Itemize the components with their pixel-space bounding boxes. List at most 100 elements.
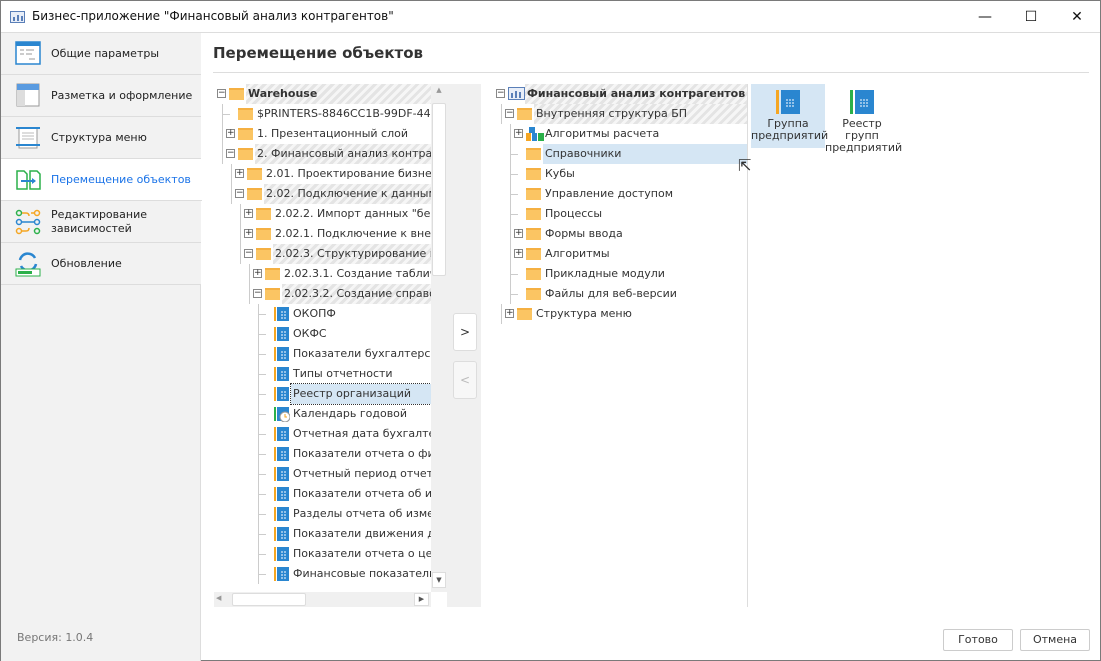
sidebar-item-label: Структура меню [51,131,147,144]
minimize-button[interactable]: — [962,1,1008,33]
sidebar-item-update[interactable]: Обновление [1,243,201,285]
expand-icon[interactable]: + [226,129,235,138]
tree-node[interactable]: +2.02.1. Подключение к внешним источника… [214,224,431,244]
tree-node[interactable]: + Алгоритмы расчета [493,124,747,144]
app-icon [10,11,25,23]
collapse-icon[interactable]: − [244,249,253,258]
tree-node[interactable]: Отчетный период отчета о [214,464,431,484]
tree-node[interactable]: Справочники [493,144,747,164]
tree-node[interactable]: Разделы отчета об изменениях [214,504,431,524]
collapse-icon[interactable]: − [235,189,244,198]
folder-icon [247,187,263,200]
tree-node[interactable]: Типы отчетности [214,364,431,384]
tree-node-label: Разделы отчета об изменениях [293,507,431,520]
tree-node[interactable]: Реестр организаций [214,383,431,405]
object-tile[interactable]: Реестр групп предприятий [825,84,902,154]
target-tree[interactable]: − Финансовый анализ контрагентов − Внутренн… [493,84,747,607]
sidebar-item-move-objects[interactable]: Перемещение объектов [1,159,202,201]
object-tile[interactable]: Группа предприятий [751,84,828,148]
tree-node-label: Финансовый анализ контрагентов [525,84,747,104]
tree-node-label: 2.02.1. Подключение к внешним источникам [275,227,431,240]
expand-icon[interactable]: + [514,249,523,258]
tree-node[interactable]: − Финансовый анализ контрагентов [493,84,747,104]
scroll-right-icon[interactable]: ▶ [414,593,429,606]
tree-node[interactable]: Кубы [493,164,747,184]
sidebar-item-label: Редактирование зависимостей [51,208,147,235]
tree-node[interactable]: Показатели бухгалтерского [214,344,431,364]
tree-node[interactable]: Прикладные модули [493,264,747,284]
tree-node[interactable]: ОКОПФ [214,304,431,324]
sidebar-item-label: Общие параметры [51,47,160,60]
scroll-down-icon[interactable]: ▼ [432,572,446,588]
expand-icon[interactable]: + [235,169,244,178]
tree-node[interactable]: − 2. Финансовый анализ контрагентов [214,144,431,164]
tree-node[interactable]: +2.01. Проектирование бизнес-процессов [214,164,431,184]
tree-node[interactable]: Календарь годовой [214,404,431,424]
source-tree[interactable]: − Warehouse $PRINTERS-8846CC1B-99DF-446F-A… [214,84,431,592]
tree-node[interactable]: ОКФС [214,324,431,344]
tree-node[interactable]: − 2.02.3. Структурирование наборов данных [214,244,431,264]
tree-node[interactable]: + Алгоритмы [493,244,747,264]
vertical-scrollbar[interactable]: ▲ ▼ [431,84,447,592]
collapse-icon[interactable]: − [253,289,262,298]
move-left-button[interactable]: < [453,361,477,399]
scroll-up-icon[interactable]: ▲ [432,86,446,98]
tree-node[interactable]: +2.02.3.1. Создание табличных [214,264,431,284]
tree-node[interactable]: Финансовые показатели [214,564,431,584]
tree-node[interactable]: − Внутренняя структура БП [493,104,747,124]
folder-icon [247,167,263,180]
tree-node[interactable]: Файлы для веб-версии [493,284,747,304]
collapse-icon[interactable]: − [505,109,514,118]
tree-node[interactable]: Процессы [493,204,747,224]
tree-node[interactable]: Показатели отчета об изменениях [214,484,431,504]
tree-node-label: Прикладные модули [545,267,665,280]
h-scrollbar-thumb[interactable] [232,593,306,606]
tree-branch-line [510,154,518,155]
collapse-icon[interactable]: − [226,149,235,158]
move-right-button[interactable]: > [453,313,477,351]
folder-icon [526,227,542,240]
dictionary-icon [850,90,874,114]
tree-node[interactable]: Управление доступом [493,184,747,204]
tree-node-label: 2. Финансовый анализ контрагентов [255,144,431,164]
sidebar-item-layout[interactable]: Разметка и оформление [1,75,201,117]
tree-node[interactable]: Показатели отчета о целевом [214,544,431,564]
cancel-button[interactable]: Отмена [1020,629,1090,651]
folder-icon [256,247,272,260]
done-button[interactable]: Готово [943,629,1013,651]
tree-node[interactable]: − 2.02. Подключение к данным и их структу… [214,184,431,204]
tree-node[interactable]: Отчетная дата бухгалтерской [214,424,431,444]
collapse-icon[interactable]: − [217,89,226,98]
scrollbar-thumb[interactable] [432,103,446,276]
tree-node[interactable]: +1. Презентационный слой [214,124,431,144]
expand-icon[interactable]: + [505,309,514,318]
title-bar: Бизнес-приложение "Финансовый анализ кон… [1,1,1100,33]
tree-node[interactable]: + Структура меню [493,304,747,324]
collapse-icon[interactable]: − [496,89,505,98]
sidebar-item-menu-structure[interactable]: Структура меню [1,117,201,159]
expand-icon[interactable]: + [514,129,523,138]
sidebar-item-general[interactable]: Общие параметры [1,33,201,75]
horizontal-scrollbar[interactable]: ◀ ▶ [214,592,431,607]
tree-branch-line [258,434,266,435]
folder-icon [265,267,281,280]
tree-node[interactable]: Показатели отчета о финансовых [214,444,431,464]
expand-icon[interactable]: + [244,229,253,238]
expand-icon[interactable]: + [253,269,262,278]
maximize-button[interactable]: ☐ [1008,1,1054,33]
close-button[interactable]: ✕ [1054,1,1100,33]
sidebar-item-dependencies[interactable]: Редактирование зависимостей [1,201,201,243]
tree-node[interactable]: + Формы ввода [493,224,747,244]
tree-node[interactable]: Показатели движения денежных [214,524,431,544]
scroll-left-icon[interactable]: ◀ [216,594,228,602]
tree-node[interactable]: − 2.02.3.2. Создание справочников [214,284,431,304]
tree-node[interactable]: +2.02.2. Импорт данных "без подключения" [214,204,431,224]
tree-node-label: Структура меню [536,307,632,320]
expand-icon[interactable]: + [244,209,253,218]
tree-node[interactable]: $PRINTERS-8846CC1B-99DF-446F-A [214,104,431,124]
tree-node-label: Типы отчетности [293,367,393,380]
sidebar-item-label: Перемещение объектов [51,173,191,186]
tree-node-label: Показатели отчета о финансовых [293,447,431,460]
tree-node[interactable]: − Warehouse [214,84,431,104]
expand-icon[interactable]: + [514,229,523,238]
